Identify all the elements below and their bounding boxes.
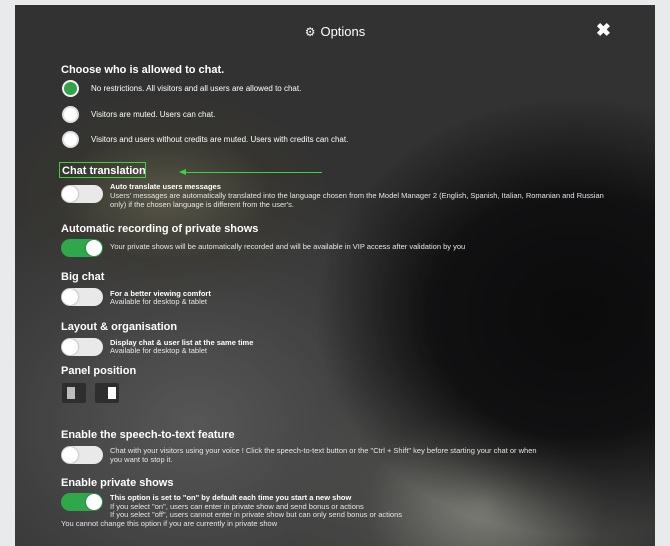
auto-recording-description: Your private shows will be automatically… (110, 242, 466, 251)
radio-visitors-muted-label: Visitors are muted. Users can chat. (91, 110, 216, 119)
panel-position-heading: Panel position (61, 365, 137, 377)
highlight-box (59, 162, 146, 178)
modal-header: ⚙ Options ✖ (15, 5, 655, 57)
modal-title: ⚙ Options (15, 24, 655, 39)
chat-translation-title: Auto translate users messages (110, 182, 221, 191)
toggle-knob (62, 289, 78, 305)
private-shows-heading: Enable private shows (61, 477, 174, 489)
radio-no-credits-muted-label: Visitors and users without credits are m… (91, 135, 349, 144)
chat-translation-toggle[interactable] (61, 185, 103, 203)
toggle-knob (62, 339, 78, 355)
private-shows-line-2: If you select "off", users cannot enter … (110, 510, 403, 519)
toggle-knob (62, 186, 78, 202)
modal-title-text: Options (320, 24, 366, 39)
private-shows-toggle[interactable] (61, 493, 103, 511)
panel-left-bar (67, 387, 75, 399)
chat-translation-description: Users' messages are automatically transl… (110, 191, 604, 209)
radio-no-restrictions[interactable] (62, 80, 79, 97)
radio-visitors-muted[interactable] (62, 106, 79, 123)
auto-recording-heading: Automatic recording of private shows (61, 223, 259, 235)
private-shows-title: This option is set to "on" by default ea… (110, 493, 352, 502)
auto-recording-toggle[interactable] (61, 239, 103, 257)
speech-to-text-heading: Enable the speech-to-text feature (61, 429, 235, 441)
arrow-head-icon (179, 169, 186, 175)
layout-description: Available for desktop & tablet (110, 346, 208, 355)
annotation-arrow (185, 172, 322, 173)
speech-to-text-description-2: you want to stop it. (110, 455, 173, 464)
close-icon[interactable]: ✖ (596, 20, 611, 40)
gears-icon: ⚙ (304, 25, 316, 39)
speech-to-text-toggle[interactable] (61, 446, 103, 464)
big-chat-description: Available for desktop & tablet (110, 297, 208, 306)
layout-heading: Layout & organisation (61, 321, 178, 333)
private-shows-note: You cannot change this option if you are… (61, 519, 278, 528)
toggle-knob (86, 240, 102, 256)
radio-no-restrictions-label: No restrictions. All visitors and all us… (91, 84, 302, 93)
panel-position-left-button[interactable] (62, 383, 86, 403)
radio-no-credits-muted[interactable] (62, 131, 79, 148)
layout-toggle[interactable] (61, 338, 103, 356)
panel-position-right-button[interactable] (95, 383, 119, 403)
speech-to-text-description-1: Chat with your visitors using your voice… (110, 446, 537, 455)
toggle-knob (62, 447, 78, 463)
panel-right-bar (108, 387, 116, 399)
chat-permission-heading: Choose who is allowed to chat. (61, 64, 225, 76)
options-modal: ⚙ Options ✖ Choose who is allowed to chat… (15, 5, 655, 546)
toggle-knob (86, 494, 102, 510)
big-chat-heading: Big chat (61, 271, 105, 283)
big-chat-toggle[interactable] (61, 288, 103, 306)
